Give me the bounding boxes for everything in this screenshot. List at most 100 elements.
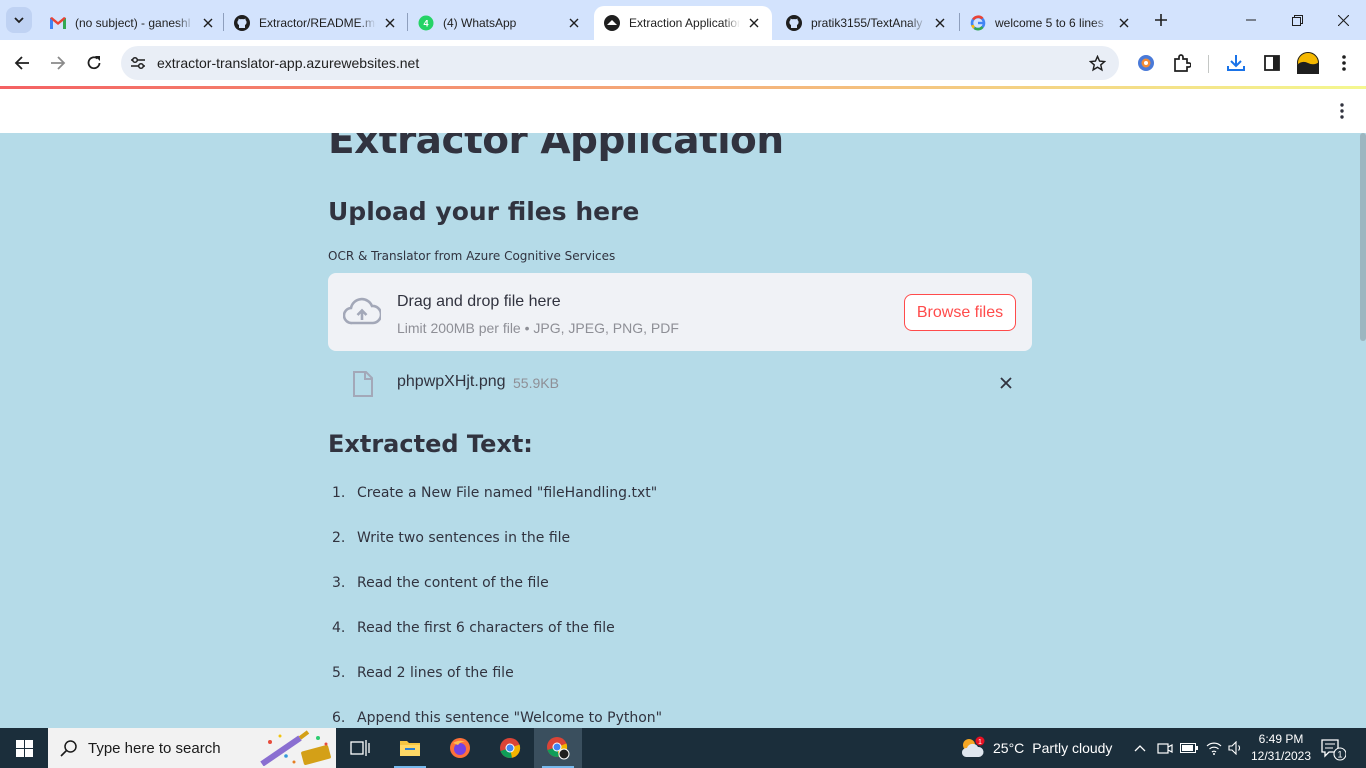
close-window-button[interactable]: [1320, 0, 1366, 40]
url-text[interactable]: extractor-translator-app.azurewebsites.n…: [157, 55, 419, 71]
extensions-menu-button[interactable]: [1166, 47, 1198, 79]
file-dropzone[interactable]: Drag and drop file here Limit 200MB per …: [328, 273, 1032, 351]
site-info-button[interactable]: [125, 50, 151, 76]
extracted-text-list: 1. Create a New File named "fileHandling.…: [328, 485, 1032, 728]
minimize-button[interactable]: [1228, 0, 1274, 40]
close-icon[interactable]: [382, 15, 398, 31]
uploaded-file-item: phpwpXHjt.png 55.9KB: [328, 367, 1032, 397]
list-item-number: 6.: [332, 710, 346, 726]
dropzone-title: Drag and drop file here: [397, 293, 561, 310]
reload-button[interactable]: [78, 47, 110, 79]
browser-tab-strip: (no subject) - ganeshl Extractor/README.…: [0, 0, 1366, 40]
browser-tab-google-search[interactable]: welcome 5 to 6 lines: [960, 6, 1142, 40]
file-icon: [353, 371, 373, 397]
page-title: Extractor Application: [328, 133, 784, 163]
browser-tab-github-textanalysis[interactable]: pratik3155/TextAnaly: [776, 6, 958, 40]
tab-search-button[interactable]: [6, 7, 32, 33]
extension-button[interactable]: [1130, 47, 1162, 79]
list-item-text: Write two sentences in the file: [357, 530, 571, 546]
close-icon[interactable]: [566, 15, 582, 31]
action-center-button[interactable]: 1: [1320, 737, 1347, 761]
new-tab-button[interactable]: [1150, 9, 1172, 31]
close-icon[interactable]: [932, 15, 948, 31]
battery-button[interactable]: [1180, 739, 1198, 757]
browse-files-button[interactable]: Browse files: [904, 294, 1016, 331]
weather-widget[interactable]: 1 25°C Partly cloudy: [960, 728, 1112, 768]
tab-title: welcome 5 to 6 lines: [995, 16, 1104, 30]
chevron-up-icon: [1134, 745, 1146, 752]
list-item-text: Read the first 6 characters of the file: [357, 620, 615, 636]
close-icon[interactable]: [746, 15, 762, 31]
uploaded-file-size: 55.9KB: [513, 375, 559, 391]
google-icon: [970, 15, 986, 31]
close-icon[interactable]: [200, 15, 216, 31]
wifi-icon: [1206, 742, 1222, 755]
weather-condition: Partly cloudy: [1032, 740, 1113, 756]
folder-icon: [400, 741, 420, 756]
search-icon: [60, 740, 77, 757]
list-item-text: Read the content of the file: [357, 575, 549, 591]
address-bar[interactable]: extractor-translator-app.azurewebsites.n…: [121, 46, 1119, 80]
download-icon: [1227, 55, 1245, 71]
browser-tab-extraction-app[interactable]: Extraction Application: [594, 6, 772, 40]
list-item-text: Create a New File named "fileHandling.tx…: [357, 485, 658, 501]
arrow-right-icon: [51, 56, 66, 70]
browser-tab-whatsapp[interactable]: 4 (4) WhatsApp: [408, 6, 592, 40]
new-year-celebration-icon: [260, 730, 331, 766]
forward-button[interactable]: [42, 47, 74, 79]
clock-time: 6:49 PM: [1258, 732, 1304, 746]
weather-alert-badge: 1: [978, 739, 982, 746]
tab-title: pratik3155/TextAnaly: [811, 16, 923, 30]
restore-button[interactable]: [1274, 0, 1320, 40]
start-button[interactable]: [0, 728, 48, 768]
taskbar-file-explorer[interactable]: [386, 728, 434, 768]
taskbar-search-box[interactable]: Type here to search: [48, 728, 336, 768]
plus-icon: [1155, 14, 1167, 26]
list-item-text: Append this sentence "Welcome to Python": [357, 710, 663, 726]
side-panel-button[interactable]: [1256, 47, 1288, 79]
browser-tab-gmail[interactable]: (no subject) - ganeshl: [40, 6, 226, 40]
whatsapp-icon: 4: [418, 15, 434, 31]
volume-button[interactable]: [1227, 739, 1245, 757]
meet-now-button[interactable]: [1156, 739, 1174, 757]
close-icon[interactable]: [1116, 15, 1132, 31]
taskbar-clock[interactable]: 6:49 PM 12/31/2023: [1248, 731, 1314, 765]
task-view-button[interactable]: [336, 728, 384, 768]
taskbar-chrome-profile[interactable]: [534, 728, 582, 768]
windows-logo-icon: [15, 739, 33, 757]
remove-file-button[interactable]: [998, 375, 1014, 391]
browser-menu-button[interactable]: [1328, 47, 1360, 79]
profile-avatar[interactable]: [1292, 47, 1324, 79]
list-item: 1. Create a New File named "fileHandling.…: [328, 485, 1032, 530]
more-vertical-icon: [1340, 103, 1344, 119]
list-item-number: 3.: [332, 575, 346, 591]
bookmark-star-button[interactable]: [1087, 53, 1107, 73]
taskbar-chrome[interactable]: [486, 728, 534, 768]
page-scrollbar[interactable]: [1360, 133, 1366, 341]
close-icon: [1000, 377, 1012, 389]
star-icon: [1088, 54, 1106, 71]
notification-icon: 1: [1321, 739, 1347, 761]
puzzle-icon: [1174, 54, 1191, 72]
list-item: 3. Read the content of the file: [328, 575, 1032, 620]
app-main-menu-button[interactable]: [1330, 99, 1354, 123]
list-item-number: 4.: [332, 620, 346, 636]
back-button[interactable]: [6, 47, 38, 79]
show-hidden-icons-button[interactable]: [1131, 739, 1149, 757]
toolbar-separator: [1208, 55, 1209, 73]
network-button[interactable]: [1205, 739, 1223, 757]
browser-toolbar: extractor-translator-app.azurewebsites.n…: [0, 40, 1366, 86]
reload-icon: [87, 56, 101, 70]
chrome-icon: [500, 738, 521, 758]
browser-tab-github-readme[interactable]: Extractor/README.md: [224, 6, 408, 40]
list-item: 2. Write two sentences in the file: [328, 530, 1032, 575]
tab-title: (4) WhatsApp: [443, 16, 517, 30]
avatar-icon: [1297, 52, 1319, 74]
downloads-button[interactable]: [1220, 47, 1252, 79]
cloud-upload-icon: [343, 297, 381, 325]
extracted-text-heading: Extracted Text:: [328, 430, 533, 458]
list-item-number: 1.: [332, 485, 346, 501]
streamlit-icon: [604, 15, 620, 31]
taskbar-firefox[interactable]: [436, 728, 484, 768]
battery-icon: [1180, 743, 1198, 753]
